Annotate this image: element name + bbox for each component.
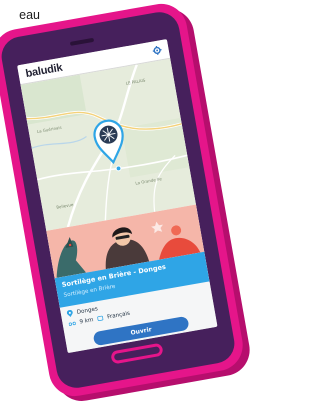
activity-card[interactable]: Sortilège en Brière - Donges Sortilège e…: [46, 204, 218, 354]
map-canvas[interactable]: LE PALAIS La Guérinais La Grande Ile Bel…: [20, 58, 196, 231]
background-text-line: eau: [19, 8, 40, 22]
route-icon: [68, 321, 76, 326]
location-text: Donges: [76, 305, 99, 316]
language-icon: [97, 315, 104, 322]
map-pin-icon: [66, 309, 73, 318]
distance-text: 9 km: [79, 317, 95, 326]
app-logo: baludik: [24, 61, 64, 80]
current-position-icon: [115, 165, 122, 172]
map-view[interactable]: LE PALAIS La Guérinais La Grande Ile Bel…: [20, 58, 196, 231]
gear-icon[interactable]: [152, 45, 162, 55]
language-text: Français: [106, 310, 131, 321]
phone-mockup: baludik LE PALAIS La Guérinais La Grande…: [0, 0, 247, 401]
activity-location: Donges: [66, 305, 99, 318]
